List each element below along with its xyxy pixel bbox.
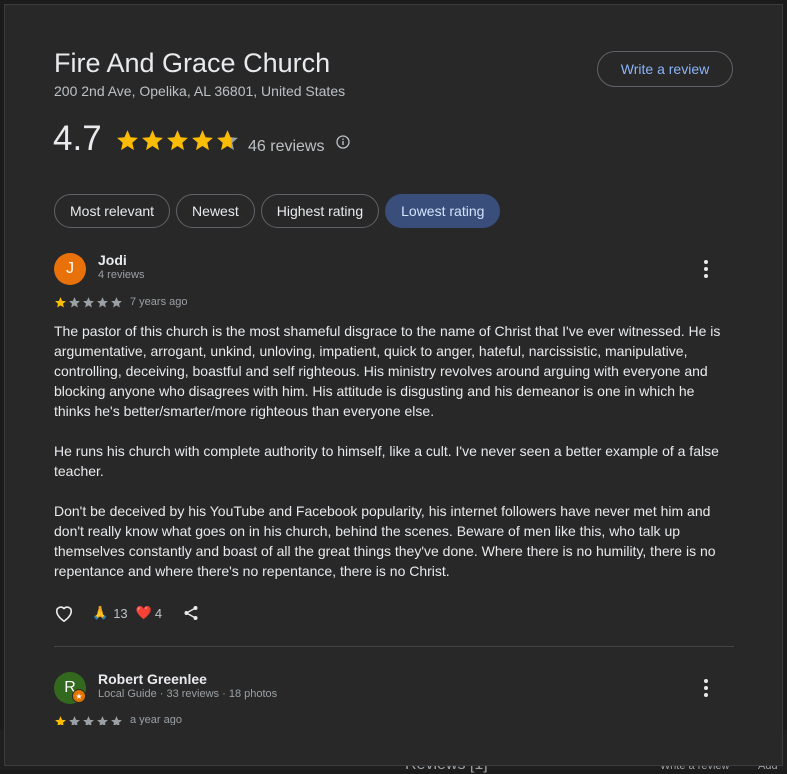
average-rating: 4.7 [53, 119, 102, 158]
heart-emoji-icon: ❤️ [135, 605, 152, 620]
avatar[interactable]: J [54, 253, 86, 285]
rating-stars [115, 128, 240, 153]
more-options-icon[interactable] [704, 260, 708, 278]
reviews-dialog: Fire And Grace Church 200 2nd Ave, Opeli… [4, 4, 783, 766]
review-stars [54, 296, 123, 309]
reviewer-name[interactable]: Robert Greenlee [98, 671, 207, 687]
review-paragraph: The pastor of this church is the most sh… [54, 323, 721, 419]
reaction-pray[interactable]: 🙏 13 [92, 605, 128, 621]
star-empty-icon [97, 716, 108, 725]
reviewer-meta: 4 reviews [98, 269, 145, 281]
star-empty-icon [83, 716, 94, 725]
star-full-icon [55, 716, 66, 725]
star-empty-icon [69, 297, 80, 308]
star-empty-icon [69, 716, 80, 725]
star-full-icon [117, 130, 138, 151]
review-paragraph: He runs his church with complete authori… [54, 443, 719, 479]
place-title: Fire And Grace Church [54, 48, 331, 78]
chip-lowest-rating[interactable]: Lowest rating [385, 194, 501, 228]
review-time: a year ago [130, 714, 182, 725]
star-empty-icon [97, 297, 108, 308]
star-full-icon [142, 130, 163, 151]
info-icon[interactable] [336, 135, 350, 154]
chip-most-relevant[interactable]: Most relevant [54, 194, 171, 228]
review-count[interactable]: 46 reviews [248, 138, 324, 156]
pray-emoji-icon: 🙏 [92, 605, 109, 620]
like-icon[interactable] [53, 603, 75, 623]
review-paragraph: Don't be deceived by his YouTube and Fac… [54, 503, 716, 579]
star-full-icon [192, 130, 213, 151]
star-empty-icon [111, 297, 122, 308]
chip-newest[interactable]: Newest [176, 194, 255, 228]
review-stars [54, 715, 123, 725]
reviewer-meta: Local Guide · 33 reviews · 18 photos [98, 688, 278, 700]
star-empty-icon [83, 297, 94, 308]
write-review-button[interactable]: Write a review [597, 51, 733, 87]
more-options-icon[interactable] [704, 679, 708, 697]
review-clip: a year ago [5, 711, 782, 725]
star-partial-icon [217, 130, 238, 151]
star-full-icon [167, 130, 188, 151]
star-full-icon [55, 297, 66, 308]
reaction-count: 4 [154, 605, 163, 621]
star-empty-icon [111, 716, 122, 725]
reaction-count: 13 [113, 605, 128, 621]
review-text: The pastor of this church is the most sh… [54, 321, 724, 601]
divider [54, 646, 734, 647]
sort-chips: Most relevant Newest Highest rating Lowe… [54, 194, 501, 228]
review-actions: 🙏 13 ❤️ 4 [53, 603, 199, 623]
reviewer-name[interactable]: Jodi [98, 252, 127, 268]
review-time: 7 years ago [130, 296, 188, 308]
reaction-heart[interactable]: ❤️ 4 [136, 605, 162, 621]
local-guide-badge-icon: ★ [72, 689, 86, 703]
share-icon[interactable] [183, 605, 199, 621]
place-address: 200 2nd Ave, Opelika, AL 36801, United S… [54, 83, 346, 99]
chip-highest-rating[interactable]: Highest rating [260, 194, 380, 228]
